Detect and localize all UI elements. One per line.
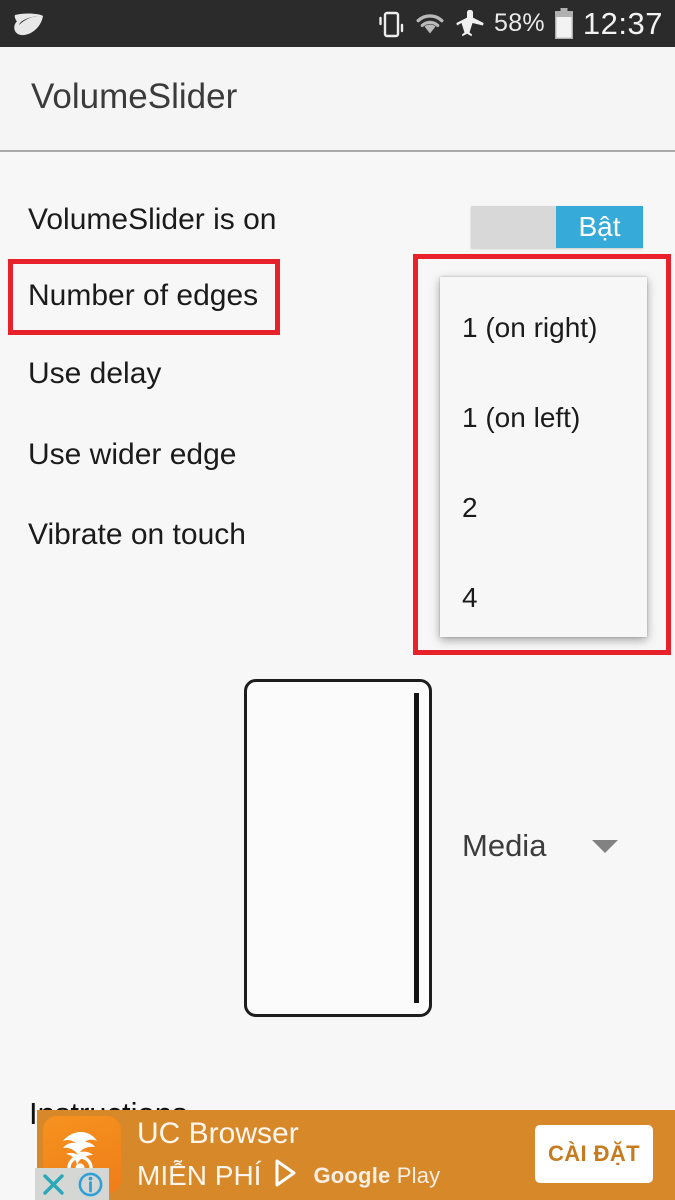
pref-label-vibrate-on-touch[interactable]: Vibrate on touch	[28, 518, 246, 552]
audio-stream-spinner[interactable]: Media	[462, 828, 619, 864]
status-bar: 58% 12:37	[0, 0, 675, 47]
ad-free-label: MIỄN PHÍ	[137, 1159, 262, 1191]
ad-subtitle: MIỄN PHÍ Google Play	[137, 1158, 440, 1193]
ad-banner[interactable]: UC Browser MIỄN PHÍ Google Play CÀI ĐẶT	[37, 1110, 675, 1200]
ad-install-button[interactable]: CÀI ĐẶT	[535, 1125, 653, 1183]
volumeslider-enable-switch[interactable]: Bật	[471, 206, 643, 248]
battery-icon	[554, 7, 574, 40]
ad-store-brand-suffix: Play	[390, 1162, 441, 1188]
dropdown-option-4[interactable]: 4	[462, 582, 478, 614]
pref-label-use-wider-edge[interactable]: Use wider edge	[28, 438, 236, 472]
status-clock: 12:37	[582, 5, 663, 41]
pref-label-number-of-edges[interactable]: Number of edges	[28, 279, 258, 313]
dropdown-option-2[interactable]: 2	[462, 492, 478, 524]
close-icon[interactable]	[35, 1168, 72, 1200]
leaf-icon	[12, 10, 46, 38]
preview-edge-bar	[414, 693, 419, 1003]
phone-screen: 58% 12:37 VolumeSlider VolumeSlider is o…	[0, 0, 675, 1200]
google-play-icon	[272, 1158, 302, 1193]
wifi-icon	[414, 11, 446, 37]
airplane-mode-icon	[455, 9, 485, 38]
info-icon[interactable]	[72, 1168, 109, 1200]
number-of-edges-dropdown[interactable]: 1 (on right) 1 (on left) 2 4	[440, 277, 647, 637]
ad-store-brand: Google Play	[313, 1163, 440, 1189]
pref-label-use-delay[interactable]: Use delay	[28, 357, 161, 391]
dropdown-option-1-on-right[interactable]: 1 (on right)	[462, 312, 597, 344]
ad-badges	[35, 1168, 109, 1200]
switch-thumb-on-label: Bật	[556, 206, 643, 248]
ad-store-brand-strong: Google	[313, 1162, 391, 1188]
audio-stream-value: Media	[462, 828, 547, 863]
ad-title: UC Browser	[137, 1117, 299, 1150]
battery-percent-label: 58%	[493, 9, 545, 37]
pref-label-volumeslider-is-on[interactable]: VolumeSlider is on	[28, 203, 276, 237]
edge-preview[interactable]	[244, 679, 432, 1017]
dropdown-option-1-on-left[interactable]: 1 (on left)	[462, 402, 580, 434]
page-title: VolumeSlider	[31, 77, 238, 116]
switch-track	[471, 206, 556, 248]
chevron-down-icon	[592, 839, 619, 853]
action-bar: VolumeSlider	[0, 47, 675, 152]
vibrate-icon	[377, 9, 405, 39]
